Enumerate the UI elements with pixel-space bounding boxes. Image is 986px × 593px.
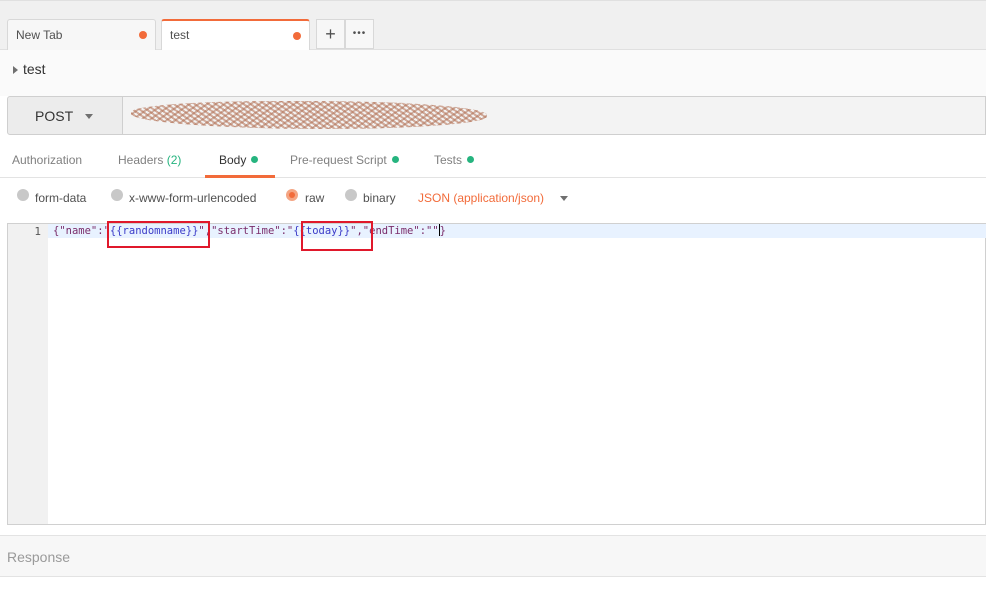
tab-headers-label: Headers — [118, 153, 164, 167]
radio-binary-label[interactable]: binary — [363, 191, 396, 205]
chevron-down-icon — [85, 114, 93, 119]
highlight-box-today — [301, 221, 373, 251]
code-json-start: {"name":" — [53, 225, 110, 237]
unsaved-dot-icon — [139, 31, 147, 39]
headers-count-badge: (2) — [166, 153, 182, 167]
code-json-close: } — [439, 225, 446, 237]
tab-prerequest-script[interactable]: Pre-request Script — [290, 153, 399, 167]
editor-gutter: 1 — [8, 224, 48, 524]
status-dot-icon — [467, 156, 475, 163]
radio-form-data-label[interactable]: form-data — [35, 191, 86, 205]
request-name[interactable]: test — [23, 61, 46, 77]
tab-authorization[interactable]: Authorization — [12, 153, 82, 167]
tab-label: test — [170, 28, 190, 42]
caret-right-icon[interactable] — [13, 66, 18, 74]
more-tabs-button[interactable]: ••• — [345, 19, 374, 49]
content-type-select[interactable]: JSON (application/json) — [418, 191, 544, 205]
add-tab-button[interactable]: + — [316, 19, 345, 49]
response-panel: Response — [0, 535, 986, 577]
request-name-row — [0, 50, 986, 96]
status-dot-icon — [251, 156, 259, 163]
redacted-url-scribble — [131, 101, 487, 129]
method-label: POST — [35, 108, 74, 124]
unsaved-dot-icon — [293, 32, 301, 40]
radio-form-data[interactable] — [17, 189, 29, 201]
code-json-mid: ","startTime":" — [198, 225, 294, 237]
radio-binary[interactable] — [345, 189, 357, 201]
tab-authorization-label: Authorization — [12, 153, 83, 167]
plus-icon: + — [325, 24, 336, 44]
url-input[interactable] — [123, 96, 986, 135]
tab-tests[interactable]: Tests — [434, 153, 475, 167]
status-dot-icon — [391, 156, 399, 163]
radio-raw[interactable] — [286, 189, 298, 201]
chevron-down-icon[interactable] — [560, 196, 568, 201]
method-select[interactable]: POST — [7, 96, 123, 135]
tab-body[interactable]: Body — [219, 153, 259, 167]
ellipsis-icon: ••• — [352, 28, 367, 39]
tab-body-label: Body — [219, 153, 247, 167]
line-number: 1 — [34, 225, 41, 238]
tab-test[interactable]: test — [161, 19, 310, 50]
radio-urlencoded-label[interactable]: x-www-form-urlencoded — [129, 191, 256, 205]
radio-raw-label[interactable]: raw — [305, 191, 324, 205]
radio-urlencoded[interactable] — [111, 189, 123, 201]
tab-tests-label: Tests — [434, 153, 463, 167]
tab-headers[interactable]: Headers (2) — [118, 153, 181, 167]
tab-label: New Tab — [16, 28, 63, 42]
response-label: Response — [7, 549, 71, 565]
tab-prerequest-label: Pre-request Script — [290, 153, 387, 167]
highlight-box-randomname — [107, 221, 210, 248]
active-tab-underline — [205, 175, 275, 178]
code-editor[interactable]: 1 {"name":"{{randomname}}","startTime":"… — [7, 223, 986, 525]
tab-new-tab[interactable]: New Tab — [7, 19, 156, 50]
